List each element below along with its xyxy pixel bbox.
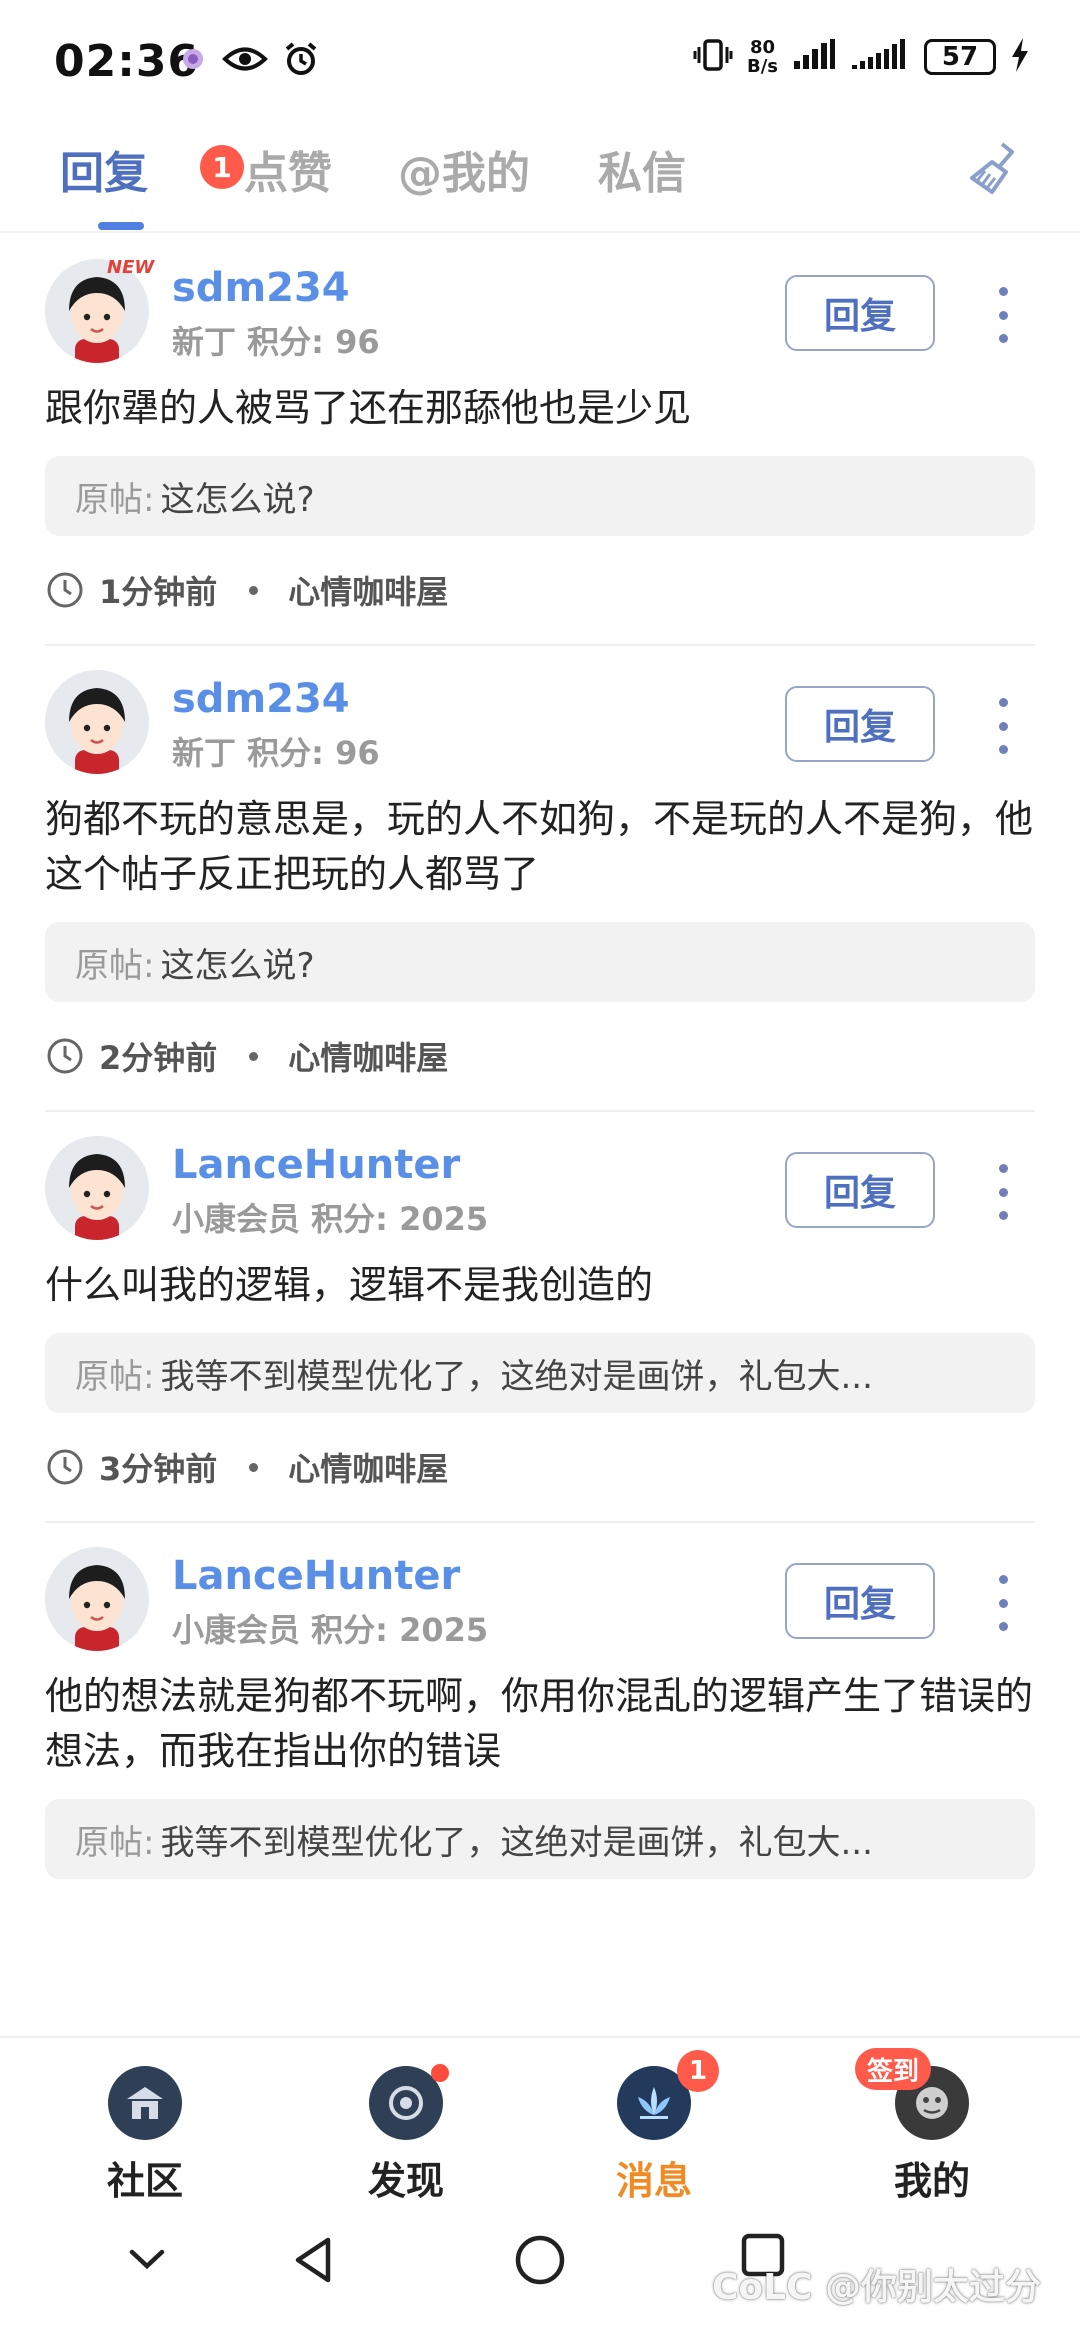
nav-discover[interactable]: 发现 [316, 2048, 496, 2205]
reply-card: LanceHunter 小康会员 积分: 2025 回复 什么叫我的逻辑，逻辑不… [45, 1112, 1035, 1523]
status-bar: 02:36 80 B/s 57 [0, 0, 1080, 120]
quote-label: 原帖: [75, 945, 155, 986]
original-post-quote[interactable]: 原帖: 我等不到模型优化了，这绝对是画饼，礼包大... [45, 1333, 1035, 1413]
user-rank-points: 新丁 积分: 96 [172, 734, 380, 772]
more-options-icon[interactable] [985, 287, 1021, 343]
clear-broom-icon[interactable] [962, 138, 1024, 204]
signal-secondary-icon [850, 39, 910, 75]
original-post-quote[interactable]: 原帖: 这怎么说? [45, 922, 1035, 1002]
message-icon: 1 [617, 2050, 719, 2140]
reply-button[interactable]: 回复 [785, 1563, 935, 1639]
discover-notification-dot [431, 2064, 449, 2082]
reply-content: 跟你犟的人被骂了还在那舔他也是少见 [45, 386, 692, 430]
more-options-icon[interactable] [985, 1164, 1021, 1220]
reply-time: 2分钟前 [99, 1039, 218, 1077]
reply-button[interactable]: 回复 [785, 275, 935, 351]
community-icon [108, 2066, 182, 2140]
reply-time: 1分钟前 [99, 573, 218, 611]
message-tab-bar: 回复 1 点赞 @我的 私信 [0, 125, 1080, 233]
separator-dot [249, 1051, 259, 1061]
eye-icon [222, 44, 268, 78]
status-left-icons [178, 40, 320, 82]
username[interactable]: sdm234 [172, 676, 350, 722]
tab-replies[interactable]: 回复 1 [60, 137, 244, 201]
nav-messages[interactable]: 1 消息 [564, 2048, 744, 2205]
original-post-quote[interactable]: 原帖: 我等不到模型优化了，这绝对是画饼，礼包大... [45, 1799, 1035, 1879]
reply-content: 狗都不玩的意思是，玩的人不如狗，不是玩的人不是狗，他这个帖子反正把玩的人都骂了 [45, 797, 1034, 896]
active-tab-indicator [98, 222, 144, 230]
nav-profile-label: 我的 [893, 2159, 970, 2203]
nav-community-label: 社区 [106, 2159, 183, 2203]
sign-in-badge[interactable]: 签到 [855, 2048, 932, 2090]
network-speed: 80 B/s [746, 37, 778, 77]
quote-text: 这怎么说? [160, 479, 315, 520]
collapse-chevron-icon[interactable] [126, 2242, 168, 2282]
messages-badge: 1 [677, 2050, 719, 2092]
user-rank-points: 小康会员 积分: 2025 [172, 1200, 489, 1238]
reply-time: 3分钟前 [99, 1450, 218, 1488]
quote-label: 原帖: [75, 479, 155, 520]
board-name[interactable]: 心情咖啡屋 [288, 1444, 448, 1490]
quote-label: 原帖: [75, 1822, 155, 1863]
reply-button[interactable]: 回复 [785, 1152, 935, 1228]
reply-card: sdm234 新丁 积分: 96 回复 狗都不玩的意思是，玩的人不如狗，不是玩的… [45, 646, 1035, 1112]
username[interactable]: LanceHunter [172, 1553, 460, 1599]
reply-card: NEW sdm234 新丁 积分: 96 回复 跟你犟的人被骂了还在那舔他也是少… [45, 235, 1035, 646]
tab-mentions[interactable]: @我的 [398, 137, 530, 201]
separator-dot [249, 585, 259, 595]
avatar[interactable] [45, 670, 149, 774]
avatar[interactable] [45, 1547, 149, 1651]
quote-text: 这怎么说? [160, 945, 315, 986]
original-post-quote[interactable]: 原帖: 这怎么说? [45, 456, 1035, 536]
quote-text: 我等不到模型优化了，这绝对是画饼，礼包大... [160, 1822, 873, 1863]
username[interactable]: sdm234 [172, 265, 350, 311]
clock-icon [45, 570, 85, 610]
quote-label: 原帖: [75, 1356, 155, 1397]
new-user-tag: NEW [107, 257, 155, 278]
vibrate-icon [693, 38, 733, 76]
tab-replies-badge: 1 [200, 145, 244, 189]
reply-footer: 1分钟前 心情咖啡屋 [45, 536, 1035, 644]
separator-dot [249, 1462, 259, 1472]
battery-indicator: 57 [924, 39, 996, 75]
board-name[interactable]: 心情咖啡屋 [288, 1033, 448, 1079]
reply-footer: 3分钟前 心情咖啡屋 [45, 1413, 1035, 1521]
app-notification-icon [178, 44, 208, 78]
back-triangle-icon[interactable] [290, 2234, 336, 2290]
more-options-icon[interactable] [985, 698, 1021, 754]
user-rank-points: 新丁 积分: 96 [172, 323, 380, 361]
tab-private-messages[interactable]: 私信 [598, 137, 686, 201]
user-rank-points: 小康会员 积分: 2025 [172, 1611, 489, 1649]
nav-profile[interactable]: 签到 我的 [842, 2048, 1022, 2205]
profile-icon: 签到 [855, 2048, 969, 2140]
reply-feed: NEW sdm234 新丁 积分: 96 回复 跟你犟的人被骂了还在那舔他也是少… [0, 235, 1080, 1879]
signal-icon [792, 39, 836, 75]
board-name[interactable]: 心情咖啡屋 [288, 567, 448, 613]
clock-icon [45, 1447, 85, 1487]
reply-content: 他的想法就是狗都不玩啊，你用你混乱的逻辑产生了错误的想法，而我在指出你的错误 [45, 1674, 1034, 1773]
username[interactable]: LanceHunter [172, 1142, 460, 1188]
charging-icon [1010, 38, 1030, 76]
reply-content: 什么叫我的逻辑，逻辑不是我创造的 [45, 1263, 654, 1307]
clock-icon [45, 1036, 85, 1076]
tab-likes[interactable]: 点赞 [244, 137, 332, 201]
home-circle-icon[interactable] [512, 2232, 568, 2292]
bottom-navigation: 社区 发现 1 消息 签到 我的 [0, 2036, 1080, 2206]
nav-community[interactable]: 社区 [55, 2048, 235, 2205]
status-right-icons: 80 B/s 57 [693, 38, 1030, 76]
reply-footer: 2分钟前 心情咖啡屋 [45, 1002, 1035, 1110]
discover-icon [369, 2064, 449, 2140]
avatar[interactable] [45, 1136, 149, 1240]
more-options-icon[interactable] [985, 1575, 1021, 1631]
nav-discover-label: 发现 [367, 2159, 444, 2203]
nav-messages-label: 消息 [615, 2159, 692, 2203]
reply-button[interactable]: 回复 [785, 686, 935, 762]
watermark: CoLC @你别太过分 [712, 2267, 1042, 2308]
reply-card: LanceHunter 小康会员 积分: 2025 回复 他的想法就是狗都不玩啊… [45, 1523, 1035, 1879]
alarm-icon [282, 40, 320, 82]
quote-text: 我等不到模型优化了，这绝对是画饼，礼包大... [160, 1356, 873, 1397]
